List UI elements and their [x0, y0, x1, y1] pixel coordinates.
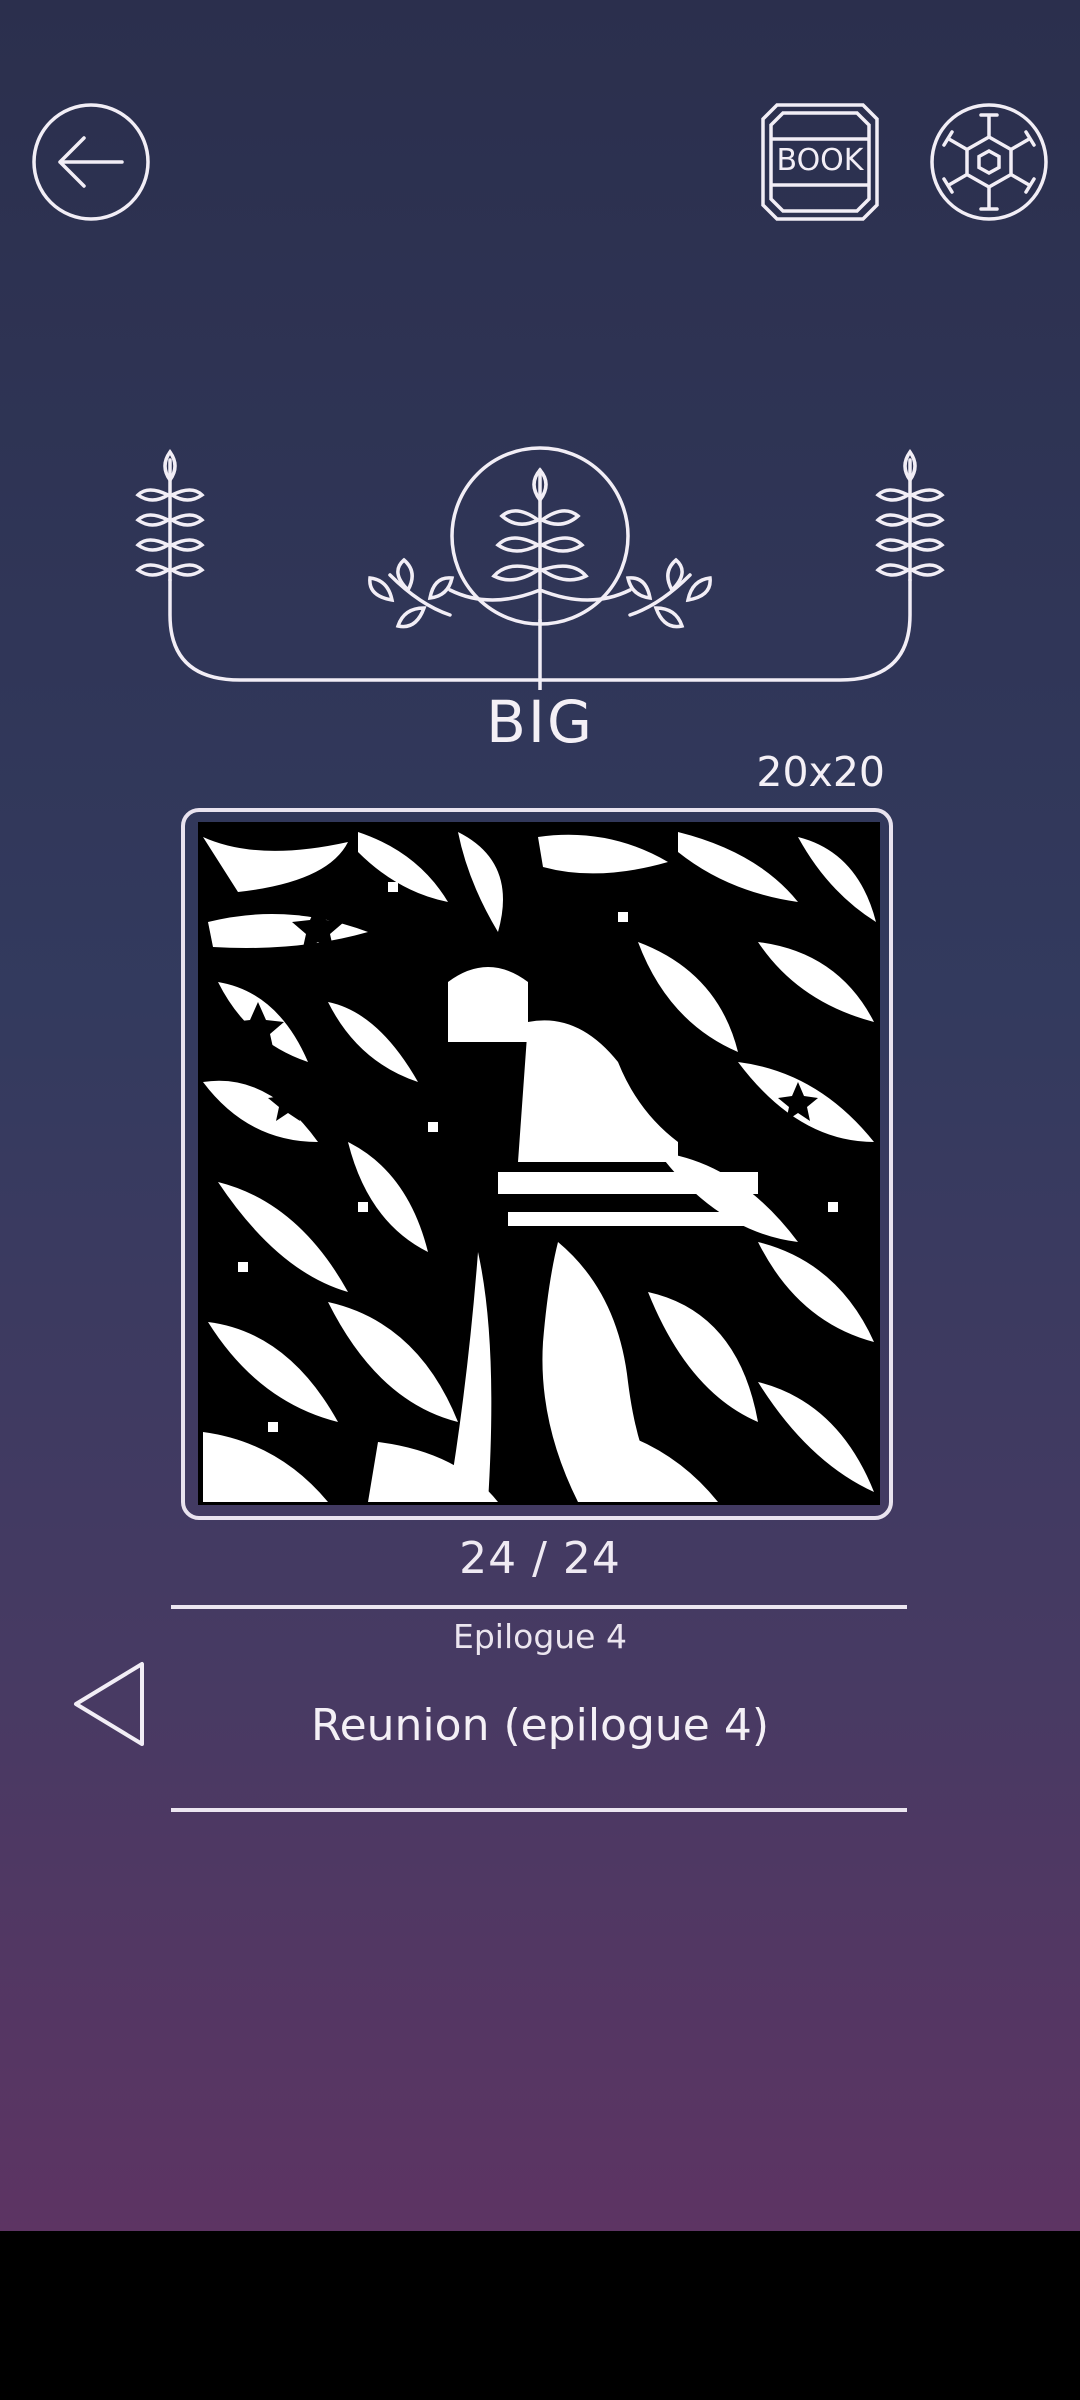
system-navigation-bar [0, 2231, 1080, 2400]
settings-button[interactable] [928, 101, 1050, 223]
arrow-left-icon [32, 103, 150, 221]
book-button[interactable]: BOOK [759, 101, 881, 223]
previous-stage-button[interactable] [72, 1660, 148, 1748]
triangle-left-icon [74, 1662, 144, 1746]
mode-title: BIG [486, 688, 594, 756]
top-divider [171, 1605, 907, 1609]
hexagon-gear-icon [930, 103, 1048, 221]
back-button[interactable] [30, 101, 152, 223]
chapter-label: Epilogue 4 [453, 1617, 627, 1656]
book-label: BOOK [776, 143, 864, 178]
progress-counter: 24 / 24 [459, 1533, 621, 1584]
bottom-divider [171, 1808, 907, 1812]
laurel-branch-emblem-icon [135, 446, 945, 690]
grid-size-label: 20x20 [756, 748, 885, 796]
stage-name: Reunion (epilogue 4) [310, 1700, 770, 1751]
puzzle-image[interactable] [198, 822, 880, 1505]
